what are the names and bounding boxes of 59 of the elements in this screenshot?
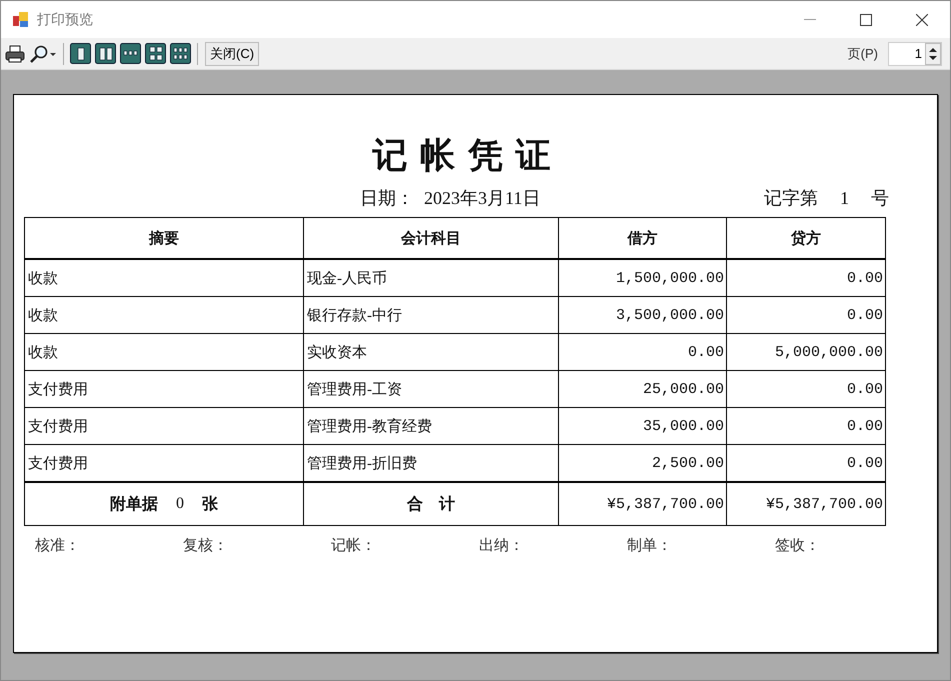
minimize-icon[interactable] <box>804 18 816 20</box>
table-cell: 3,500,000.00 <box>558 296 726 334</box>
table-cell: 收款 <box>24 259 304 296</box>
table-cell: 管理费用-教育经费 <box>304 408 558 444</box>
voucher-number: 1 <box>840 187 849 209</box>
page-layout-icon[interactable] <box>70 43 91 64</box>
window-title: 打印预览 <box>37 10 94 28</box>
total-credit: ¥5,387,700.00 <box>726 482 886 526</box>
table-cell: 银行存款-中行 <box>304 296 558 334</box>
table-cell: 支付费用 <box>24 408 304 444</box>
page-layout-icon[interactable] <box>170 43 191 64</box>
table-cell: 收款 <box>24 334 304 370</box>
page-layout-icon[interactable] <box>145 43 166 64</box>
total-debit: ¥5,387,700.00 <box>558 482 726 526</box>
signature-label: 制单： <box>627 536 673 555</box>
maximize-icon[interactable] <box>860 14 872 26</box>
table-cell: 支付费用 <box>24 370 304 408</box>
table-cell: 5,000,000.00 <box>726 334 886 370</box>
voucher-title: 记 帐 凭 证 <box>371 135 552 177</box>
date-label: 日期： <box>360 187 414 209</box>
table-cell: 实收资本 <box>304 334 558 370</box>
signature-label: 核准： <box>35 536 81 555</box>
table-cell: 支付费用 <box>24 444 304 482</box>
date-value: 2023年3月11日 <box>424 187 540 209</box>
table-cell: 0.00 <box>726 259 886 296</box>
table-cell: 1,500,000.00 <box>558 259 726 296</box>
column-header: 贷方 <box>726 218 886 259</box>
attachments-unit: 张 <box>202 494 218 514</box>
column-header: 摘要 <box>24 218 304 259</box>
table-cell: 0.00 <box>726 370 886 408</box>
number-suffix: 号 <box>871 187 889 209</box>
table-cell: 0.00 <box>558 334 726 370</box>
signature-label: 出纳： <box>479 536 525 555</box>
close-preview-button[interactable]: 关闭(C) <box>205 42 260 66</box>
column-header: 会计科目 <box>304 218 558 259</box>
close-icon[interactable] <box>916 14 928 26</box>
magnifier-icon[interactable] <box>29 44 49 62</box>
signature-label: 记帐： <box>331 536 377 555</box>
table-cell: 管理费用-工资 <box>304 370 558 408</box>
total-label: 合 计 <box>304 482 558 526</box>
signature-label: 复核： <box>183 536 229 555</box>
table-cell: 收款 <box>24 296 304 334</box>
table-cell: 0.00 <box>726 296 886 334</box>
table-cell: 25,000.00 <box>558 370 726 408</box>
page-layout-icon[interactable] <box>120 43 141 64</box>
page-spinner[interactable]: 1 <box>888 42 942 66</box>
number-prefix: 记字第 <box>764 187 818 209</box>
table-cell: 0.00 <box>726 408 886 444</box>
table-cell: 35,000.00 <box>558 408 726 444</box>
page-layout-icon[interactable] <box>95 43 116 64</box>
attachments-count: 0 <box>176 495 184 513</box>
attachments-label: 附单据 <box>110 494 158 514</box>
column-header: 借方 <box>558 218 726 259</box>
signature-label: 签收： <box>775 537 821 555</box>
table-cell: 现金-人民币 <box>304 259 558 296</box>
app-icon <box>12 11 29 28</box>
printer-icon[interactable] <box>5 44 25 62</box>
spinner-arrows-icon[interactable] <box>925 42 941 64</box>
page-label: 页(P) <box>848 44 878 62</box>
